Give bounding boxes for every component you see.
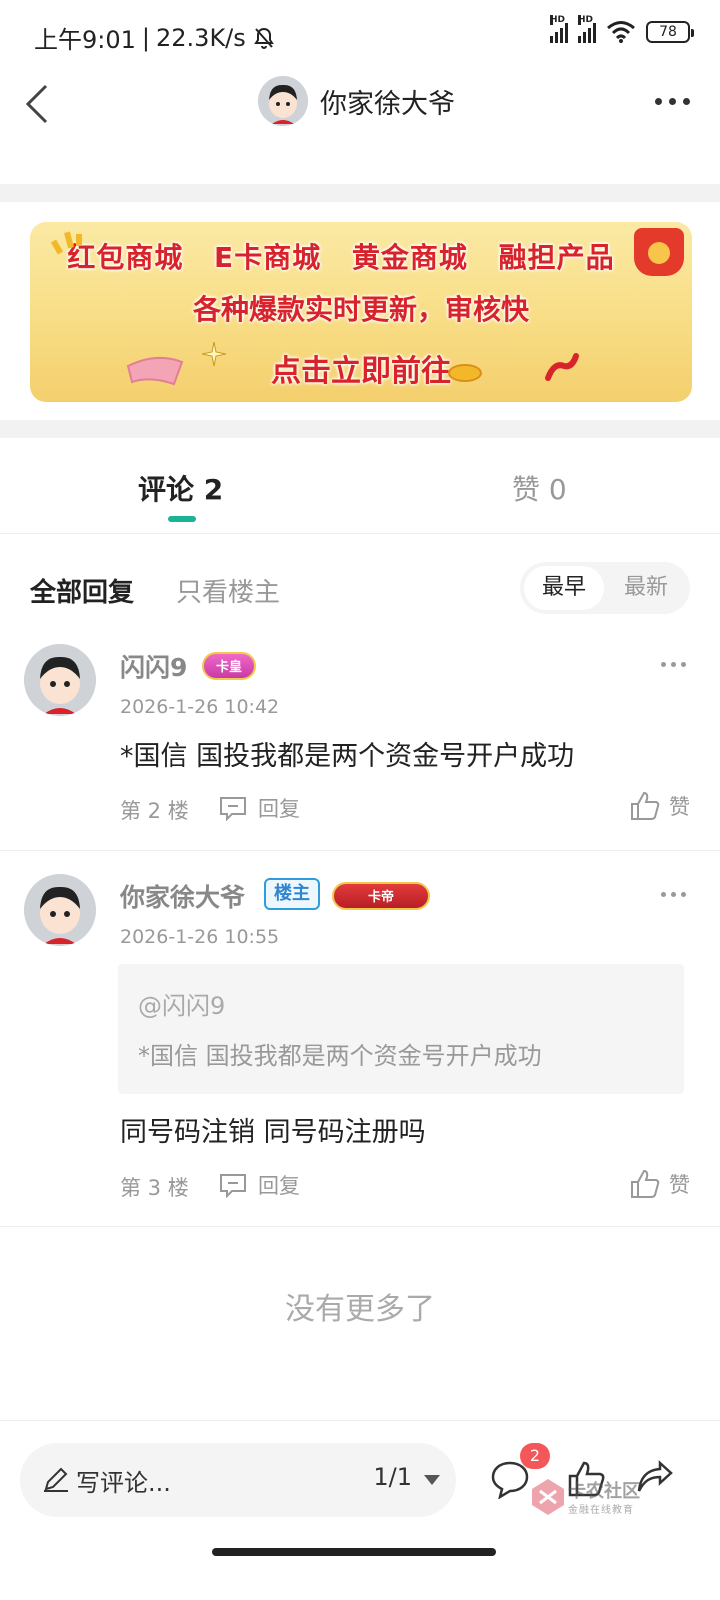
- thumbs-up-icon: [631, 1169, 660, 1198]
- signal-icon: HD: [550, 15, 568, 43]
- back-arrow-icon[interactable]: [20, 82, 60, 126]
- wifi-icon: [607, 21, 635, 43]
- comment-body: *国信 国投我都是两个资金号开户成功: [120, 741, 575, 772]
- comment-time: 2026-1-26 10:42: [120, 696, 280, 718]
- coin-icon: [448, 364, 482, 382]
- like-button[interactable]: 赞: [629, 790, 690, 822]
- ribbon-icon: [126, 356, 184, 386]
- status-speed: 22.3K/s: [156, 23, 246, 52]
- like-button[interactable]: 赞: [629, 1168, 690, 1200]
- owner-tag: 楼主: [264, 878, 320, 910]
- bell-off-icon: [253, 27, 274, 49]
- comment-username[interactable]: 你家徐大爷: [120, 878, 245, 914]
- reply-label: 回复: [258, 797, 300, 821]
- watermark-logo: 卡农社区 金融在线教育: [530, 1477, 680, 1525]
- home-indicator[interactable]: [212, 1548, 496, 1556]
- comment-time: 2026-1-26 10:55: [120, 926, 280, 948]
- quoted-comment[interactable]: @闪闪9 *国信 国投我都是两个资金号开户成功: [118, 964, 684, 1094]
- page-title: 你家徐大爷: [320, 88, 455, 120]
- sort-toggle: 最早 最新: [520, 562, 690, 614]
- banner-line-1: 红包商城 E卡商城 黄金商城 融担产品: [67, 241, 615, 274]
- avatar[interactable]: [24, 644, 96, 716]
- divider: [0, 850, 720, 851]
- star-icon: [202, 342, 226, 366]
- comment-item: 你家徐大爷 楼主 卡帝 2026-1-26 10:55 @闪闪9 *国信 国投我…: [0, 870, 720, 1226]
- like-label: 赞: [669, 795, 690, 819]
- logo-icon: [532, 1479, 564, 1515]
- comment-icon: [220, 1174, 246, 1198]
- comment-item: 闪闪9 卡皇 2026-1-26 10:42 *国信 国投我都是两个资金号开户成…: [0, 640, 720, 850]
- status-right: HD HD 78: [550, 15, 694, 44]
- comment-username[interactable]: 闪闪9: [120, 648, 187, 684]
- reply-label: 回复: [258, 1174, 300, 1198]
- more-options-icon[interactable]: [661, 662, 686, 667]
- end-of-list: 没有更多了: [285, 1292, 435, 1327]
- comment-body: 同号码注销 同号码注册吗: [120, 1117, 426, 1148]
- comment-input[interactable]: 写评论... 1/1: [20, 1443, 456, 1517]
- avatar[interactable]: [24, 874, 96, 946]
- nav-bar: 你家徐大爷: [0, 68, 720, 144]
- sort-latest-button[interactable]: 最新: [610, 566, 682, 610]
- promo-banner[interactable]: 红包商城 E卡商城 黄金商城 融担产品 各种爆款实时更新，审核快 点击立即前往: [30, 222, 692, 402]
- thumbs-up-icon: [631, 791, 660, 820]
- avatar[interactable]: [258, 76, 308, 126]
- divider-gap: [0, 420, 720, 438]
- sort-earliest-button[interactable]: 最早: [524, 566, 604, 610]
- level-badge: 卡帝: [332, 882, 430, 910]
- reply-button[interactable]: 回复: [218, 1170, 300, 1200]
- reply-button[interactable]: 回复: [218, 793, 300, 823]
- tab-bar: 评论 2 赞 0: [0, 440, 720, 534]
- banner-line-2: 各种爆款实时更新，审核快: [192, 293, 529, 326]
- bottom-bar: 写评论... 1/1 2 卡农社区 金融在线教育: [0, 1420, 720, 1550]
- comment-count-badge: 2: [520, 1443, 550, 1469]
- like-label: 赞: [669, 1173, 690, 1197]
- more-options-icon[interactable]: [661, 892, 686, 897]
- battery-icon: 78: [646, 21, 694, 43]
- signal-icon: HD: [578, 15, 596, 43]
- quote-text: *国信 国投我都是两个资金号开户成功: [138, 1042, 542, 1070]
- mascot-icon: [634, 228, 684, 276]
- page-indicator[interactable]: 1/1: [373, 1463, 412, 1491]
- status-left: 上午9:01 | 22.3K/s: [34, 20, 276, 55]
- caret-down-icon[interactable]: [424, 1475, 440, 1485]
- filter-owner-only[interactable]: 只看楼主: [176, 572, 280, 609]
- tab-indicator: [168, 516, 196, 522]
- ribbon-icon: [545, 353, 579, 381]
- comment-icon: [220, 797, 246, 821]
- status-sep: |: [141, 23, 150, 52]
- quote-mention: @闪闪9: [138, 992, 226, 1020]
- filter-row: 全部回复 只看楼主 最早 最新: [0, 562, 720, 618]
- status-time: 上午9:01: [34, 26, 136, 54]
- tab-likes[interactable]: 赞 0: [512, 468, 567, 508]
- floor-label: 第 2 楼: [120, 799, 189, 823]
- watermark-subtext: 金融在线教育: [568, 1505, 634, 1516]
- filter-all-replies[interactable]: 全部回复: [30, 572, 134, 609]
- watermark-text: 卡农社区: [568, 1481, 640, 1502]
- comment-placeholder: 写评论...: [76, 1469, 171, 1497]
- tab-comments[interactable]: 评论 2: [138, 468, 223, 508]
- pencil-icon: [44, 1467, 68, 1492]
- sparkle-icon: [50, 231, 82, 255]
- floor-label: 第 3 楼: [120, 1176, 189, 1200]
- divider: [0, 1226, 720, 1227]
- level-badge: 卡皇: [202, 652, 256, 680]
- nav-author[interactable]: 你家徐大爷: [258, 76, 455, 126]
- more-options-icon[interactable]: [655, 98, 690, 105]
- divider-gap: [0, 184, 720, 202]
- status-bar: 上午9:01 | 22.3K/s HD HD 78: [0, 0, 720, 68]
